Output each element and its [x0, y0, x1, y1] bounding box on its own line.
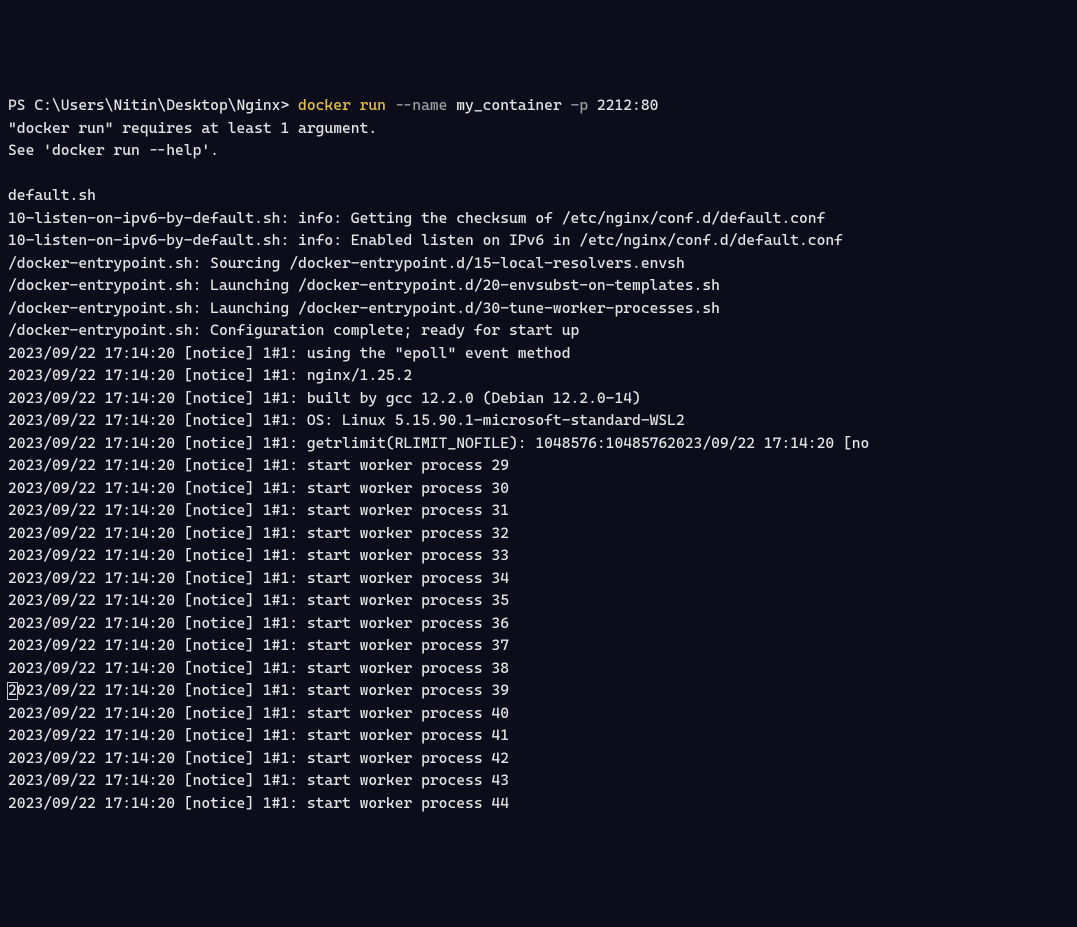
cmd-arg-port: 2212:80 — [588, 96, 658, 114]
output-line: 2023/09/22 17:14:20 [notice] 1#1: start … — [8, 499, 1069, 522]
output-line: 2023/09/22 17:14:20 [notice] 1#1: using … — [8, 342, 1069, 365]
output-line — [8, 162, 1069, 185]
output-line: 2023/09/22 17:14:20 [notice] 1#1: start … — [8, 589, 1069, 612]
output-line: /docker-entrypoint.sh: Launching /docker… — [8, 274, 1069, 297]
output-line: 2023/09/22 17:14:20 [notice] 1#1: start … — [8, 747, 1069, 770]
output-line: 2023/09/22 17:14:20 [notice] 1#1: start … — [8, 724, 1069, 747]
prompt-path: C:\Users\Nitin\Desktop\Nginx> — [34, 96, 298, 114]
output-line: 2023/09/22 17:14:20 [notice] 1#1: start … — [8, 702, 1069, 725]
terminal-cursor — [8, 683, 17, 700]
output-line: default.sh — [8, 184, 1069, 207]
output-line: 2023/09/22 17:14:20 [notice] 1#1: start … — [8, 567, 1069, 590]
cmd-executable: docker — [298, 96, 351, 114]
output-line: 2023/09/22 17:14:20 [notice] 1#1: start … — [8, 544, 1069, 567]
output-line: 2023/09/22 17:14:20 [notice] 1#1: built … — [8, 387, 1069, 410]
output-line: "docker run" requires at least 1 argumen… — [8, 117, 1069, 140]
output-line: 2023/09/22 17:14:20 [notice] 1#1: getrli… — [8, 432, 1069, 455]
output-line: See 'docker run --help'. — [8, 139, 1069, 162]
output-line: 2023/09/22 17:14:20 [notice] 1#1: start … — [8, 657, 1069, 680]
output-line: 2023/09/22 17:14:20 [notice] 1#1: start … — [8, 454, 1069, 477]
output-line: 10-listen-on-ipv6-by-default.sh: info: E… — [8, 229, 1069, 252]
output-line: 2023/09/22 17:14:20 [notice] 1#1: start … — [8, 634, 1069, 657]
cmd-option-name: --name — [386, 96, 448, 114]
output-line: 2023/09/22 17:14:20 [notice] 1#1: start … — [8, 679, 1069, 702]
cmd-subcommand: run — [351, 96, 386, 114]
prompt-ps: PS — [8, 96, 34, 114]
terminal[interactable]: PS C:\Users\Nitin\Desktop\Nginx> docker … — [8, 94, 1069, 814]
output-line: 2023/09/22 17:14:20 [notice] 1#1: start … — [8, 477, 1069, 500]
output-line: /docker-entrypoint.sh: Configuration com… — [8, 319, 1069, 342]
output-line: 10-listen-on-ipv6-by-default.sh: info: G… — [8, 207, 1069, 230]
cmd-option-port: -p — [562, 96, 588, 114]
output-line: 2023/09/22 17:14:20 [notice] 1#1: start … — [8, 522, 1069, 545]
output-line: /docker-entrypoint.sh: Sourcing /docker-… — [8, 252, 1069, 275]
output-line: 2023/09/22 17:14:20 [notice] 1#1: start … — [8, 612, 1069, 635]
terminal-output: "docker run" requires at least 1 argumen… — [8, 117, 1069, 815]
output-line: /docker-entrypoint.sh: Launching /docker… — [8, 297, 1069, 320]
output-line: 2023/09/22 17:14:20 [notice] 1#1: OS: Li… — [8, 409, 1069, 432]
output-line: 2023/09/22 17:14:20 [notice] 1#1: nginx/… — [8, 364, 1069, 387]
output-line: 2023/09/22 17:14:20 [notice] 1#1: start … — [8, 792, 1069, 815]
prompt-line: PS C:\Users\Nitin\Desktop\Nginx> docker … — [8, 94, 1069, 117]
cmd-arg-name: my_container — [447, 96, 561, 114]
output-line: 2023/09/22 17:14:20 [notice] 1#1: start … — [8, 769, 1069, 792]
